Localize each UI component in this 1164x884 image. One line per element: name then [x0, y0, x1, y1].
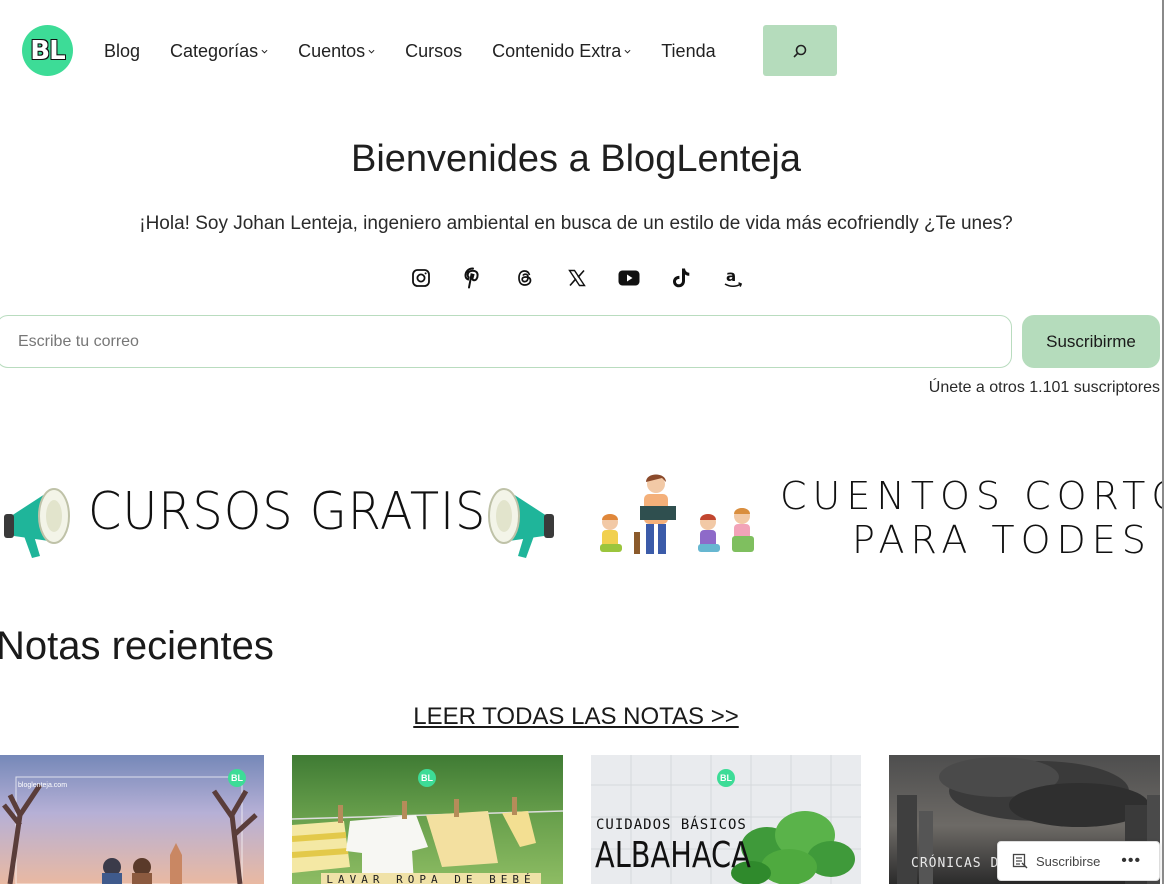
bl-badge: BL [418, 769, 436, 787]
megaphone-icon [4, 488, 70, 558]
tiktok-icon[interactable] [669, 266, 693, 290]
x-icon[interactable] [565, 266, 589, 290]
svg-text:a: a [726, 267, 736, 285]
storytelling-illustration [600, 474, 754, 554]
youtube-icon[interactable] [617, 266, 641, 290]
search-icon [793, 44, 807, 58]
cuentos-banner-line1[interactable]: CUENTOS CORTOS [780, 474, 1164, 518]
nav-blog[interactable]: Blog [104, 41, 140, 62]
bl-badge: BL [228, 769, 246, 787]
read-all-notes-link[interactable]: LEER TODAS LAS NOTAS >> [413, 703, 738, 730]
subscribe-button[interactable]: Suscribirme [1022, 315, 1160, 368]
nav-tienda-label: Tienda [661, 40, 716, 61]
nav-cursos-label: Cursos [405, 40, 463, 61]
nav-cuentos[interactable]: Cuentos [298, 41, 375, 62]
email-field[interactable] [0, 315, 1012, 368]
read-all-notes-link-wrap: LEER TODAS LAS NOTAS >> [0, 703, 1152, 731]
card-title: CRÓNICAS DE [911, 856, 1009, 871]
nav-cursos[interactable]: Cursos [405, 41, 462, 62]
nav-categorias-label: Categorías [170, 40, 259, 61]
chevron-down-icon [261, 49, 268, 54]
page-title: Bienvenides a BlogLenteja [350, 138, 801, 180]
card-title: LAVAR ROPA DE BEBÉ [321, 873, 541, 884]
more-options-button[interactable]: ••• [1121, 852, 1141, 870]
site-logo[interactable]: BL [22, 25, 73, 76]
megaphone-icon [488, 488, 554, 558]
chevron-down-icon [624, 49, 631, 54]
cursos-gratis-banner[interactable]: CURSOS GRATIS [88, 482, 486, 542]
watercolor-trees-image [2, 776, 258, 884]
nav-categorias[interactable]: Categorías [170, 41, 268, 62]
main-nav: Blog Categorías Cuentos Cursos Contenido… [104, 39, 746, 63]
nav-contenido-extra[interactable]: Contenido Extra [492, 41, 631, 62]
hero-subtitle: ¡Hola! Soy Johan Lenteja, ingeniero ambi… [139, 213, 1013, 234]
note-card[interactable]: BL CUIDADOS BÁSICOS ALBAHACA [591, 755, 861, 884]
instagram-icon[interactable] [409, 266, 433, 290]
nav-blog-label: Blog [104, 40, 141, 61]
pinterest-icon[interactable] [461, 266, 485, 290]
social-links: a [409, 266, 745, 290]
bl-badge: BL [717, 769, 735, 787]
cuentos-banner-line2[interactable]: PARA TODES [852, 518, 1152, 562]
nav-cuentos-label: Cuentos [298, 40, 366, 61]
note-card[interactable]: BL bloglenteja.com [0, 755, 264, 884]
recent-notes-heading: Notas recientes [0, 624, 274, 668]
reader-icon [1012, 853, 1028, 869]
logo-text: BL [30, 35, 65, 66]
floating-subscribe-button[interactable]: Suscribirse [1036, 854, 1100, 869]
card-subtitle: CUIDADOS BÁSICOS [596, 817, 747, 833]
amazon-icon[interactable]: a [721, 266, 745, 290]
floating-subscribe-bar: Suscribirse ••• [997, 841, 1160, 881]
nav-tienda[interactable]: Tienda [661, 41, 715, 62]
note-card[interactable]: BL LAVAR ROPA DE BEBÉ [292, 755, 563, 884]
chevron-down-icon [368, 49, 375, 54]
nav-contenido-extra-label: Contenido Extra [492, 40, 622, 61]
card-title: ALBAHACA [595, 835, 751, 876]
search-button[interactable] [763, 25, 837, 76]
card-watermark: bloglenteja.com [18, 782, 68, 789]
threads-icon[interactable] [513, 266, 537, 290]
subscriber-count: Únete a otros 1.101 suscriptores [928, 379, 1160, 396]
